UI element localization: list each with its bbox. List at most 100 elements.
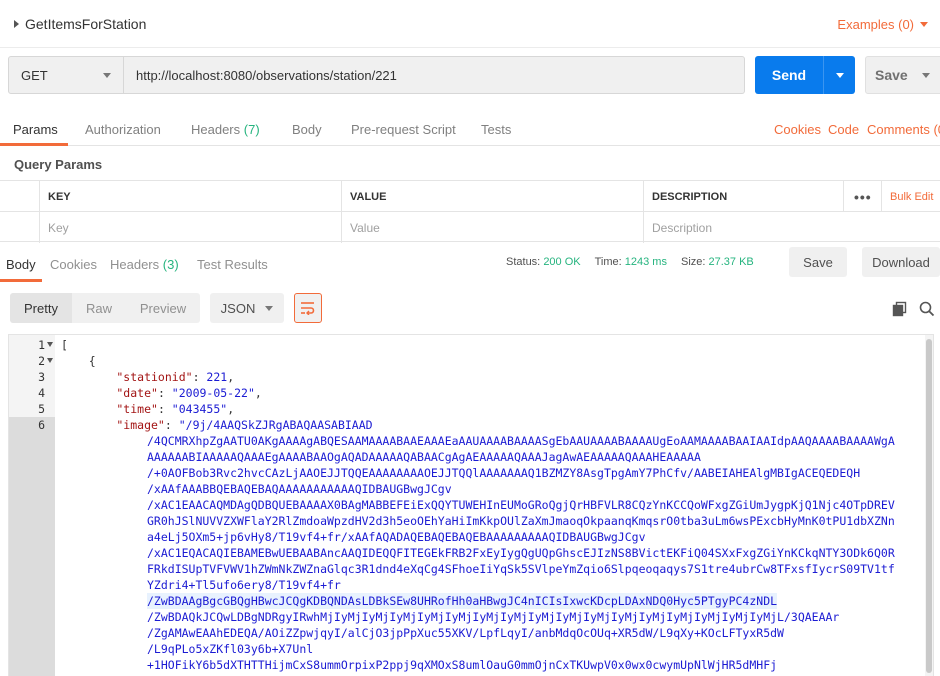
json-key: "date": [61, 386, 158, 400]
code-line: "time": "043455",: [61, 402, 235, 416]
tab-test-results[interactable]: Test Results: [197, 257, 268, 272]
code-line: [: [61, 338, 68, 352]
params-table-row: Key Value Description: [0, 211, 940, 243]
json-string: "/9j/4AAQSkZJRgABAQAASABIAAD: [178, 418, 373, 432]
vertical-scrollbar[interactable]: [925, 335, 933, 676]
request-name[interactable]: GetItemsForStation: [14, 16, 146, 32]
headers-count: (7): [243, 122, 260, 137]
more-options-button[interactable]: •••: [844, 181, 882, 212]
fold-toggle-icon[interactable]: [47, 358, 53, 363]
format-select[interactable]: JSON: [210, 293, 284, 323]
json-key: "image": [61, 418, 165, 432]
line-number: 5: [38, 402, 45, 416]
tab-body[interactable]: Body: [292, 122, 322, 137]
description-input[interactable]: Description: [644, 212, 940, 243]
code-line: YZdri4+Tl5ufo6ery8/T19vf4+fr: [147, 578, 341, 592]
status[interactable]: Status: 200 OK: [506, 256, 581, 268]
key-input[interactable]: Key: [40, 212, 342, 243]
view-preview-button[interactable]: Preview: [126, 293, 200, 323]
caret-right-icon[interactable]: [14, 20, 19, 28]
code-line: "date": "2009-05-22",: [61, 386, 262, 400]
save-response-button[interactable]: Save: [789, 247, 847, 277]
chevron-down-icon: [835, 72, 844, 78]
status-label: Status:: [506, 256, 541, 268]
tab-response-headers[interactable]: Headers (3): [110, 257, 179, 272]
line-number: 4: [38, 386, 45, 400]
tab-params[interactable]: Params: [13, 122, 58, 137]
json-key: "time": [61, 402, 158, 416]
bulk-edit-label: Bulk Edit: [890, 190, 934, 203]
bulk-edit-link[interactable]: Bulk Edit: [882, 181, 940, 212]
code-line: {: [61, 354, 96, 368]
search-button[interactable]: [919, 301, 935, 317]
tab-prerequest-script[interactable]: Pre-request Script: [351, 122, 456, 137]
code-line: "stationid": 221,: [61, 370, 235, 384]
more-icon: •••: [854, 188, 872, 205]
line-number: 2: [38, 354, 45, 368]
tab-authorization[interactable]: Authorization: [85, 122, 161, 137]
active-response-tab-indicator: [0, 279, 42, 282]
fold-toggle-icon[interactable]: [47, 342, 53, 347]
line-number: 1: [38, 338, 45, 352]
comments-link[interactable]: Comments (0: [867, 122, 940, 137]
chevron-down-icon: [265, 305, 274, 311]
cookies-link[interactable]: Cookies: [774, 122, 821, 137]
chevron-down-icon[interactable]: [921, 72, 930, 78]
response-status-line: Status: 200 OK Time: 1243 ms Size: 27.37…: [506, 256, 754, 268]
json-string: "043455": [171, 402, 228, 416]
wrap-lines-button[interactable]: [294, 293, 322, 323]
size-value: 27.37 KB: [708, 256, 754, 268]
code-line: /ZwBDAAgBgcGBQgHBwcJCQgKDBQNDAsLDBkSEw8U…: [147, 593, 778, 609]
download-button[interactable]: Download: [862, 247, 940, 277]
view-raw-button[interactable]: Raw: [72, 293, 126, 323]
json-number: 221: [206, 370, 228, 384]
code-line: /4QCMRXhpZgAATU0AKgAAAAgABQESAAMAAAABAAE…: [147, 434, 895, 448]
request-name-label: GetItemsForStation: [25, 16, 147, 32]
save-label: Save: [875, 67, 908, 83]
code-line: +1HOFikY6b5dXTHTTHijmCxS8ummOrpixP2ppj9q…: [147, 658, 778, 672]
chevron-down-icon: [920, 22, 928, 27]
code-line: /xAC1EAACAQMDAgQDBQUEBAAAAX0BAgMABBEFEiE…: [147, 498, 895, 512]
method-label: GET: [21, 67, 48, 83]
json-key: "stationid": [61, 370, 193, 384]
column-value: VALUE: [342, 181, 644, 212]
code-line: /ZwBDAQkJCQwLDBgNDRgyIRwhMjIyMjIyMjIyMjI…: [147, 610, 840, 624]
copy-button[interactable]: [892, 301, 908, 317]
chevron-down-icon: [103, 72, 111, 78]
code-line: /L9qPLo5xZKfl03y6b+X7Unl: [147, 642, 314, 656]
code-line: /ZgAMAwEAAhEDEQA/AOiZZpwjqyI/alCjO3jpPpX…: [147, 626, 784, 640]
line-number: 3: [38, 370, 45, 384]
code-line: AAAAAABIAAAAAQAAAEgAAAABAAOgAQADAAAAAQAB…: [147, 450, 701, 464]
time[interactable]: Time: 1243 ms: [595, 256, 667, 268]
tab-headers[interactable]: Headers (7): [191, 122, 260, 137]
size-label: Size:: [680, 256, 706, 268]
view-pretty-button[interactable]: Pretty: [10, 293, 72, 323]
size[interactable]: Size: 27.37 KB: [681, 256, 754, 268]
send-button[interactable]: Send: [755, 56, 855, 94]
code-link[interactable]: Code: [828, 122, 859, 137]
time-label: Time:: [594, 256, 622, 268]
tab-tests[interactable]: Tests: [481, 122, 511, 137]
code-line: a4eLj5OXm5+jp6vHy8/T19vf4+fr/xAAfAQADAQE…: [147, 530, 646, 544]
time-value: 1243 ms: [624, 256, 667, 268]
code-line: GR0hJSlNUVVZXWFlaY2RlZmdoaWpzdHV2d3h5eoO…: [147, 514, 895, 528]
tab-response-cookies[interactable]: Cookies: [50, 257, 97, 272]
examples-dropdown[interactable]: Examples (0): [837, 17, 928, 32]
code-line: FRkdISUpTVFVWV1hZWmNkZWZnaGlqc3R1dnd4eXq…: [147, 562, 895, 576]
format-label: JSON: [220, 300, 256, 316]
value-input[interactable]: Value: [342, 212, 644, 243]
method-select[interactable]: GET: [8, 56, 124, 94]
response-body-viewer[interactable]: 1 2 3 4 5 6 [ { "stationid": 221, "date"…: [8, 334, 934, 676]
send-options-dropdown[interactable]: [824, 72, 855, 78]
copy-icon: [892, 301, 907, 317]
header-checkbox-cell: [0, 181, 40, 212]
tab-response-body[interactable]: Body: [6, 257, 36, 272]
row-checkbox-cell: [0, 212, 40, 243]
scrollbar-thumb[interactable]: [926, 339, 932, 673]
save-button[interactable]: Save: [865, 56, 940, 94]
code-line: /+0AOFBob3Rvc2hvcCAzLjAAOEJJTQQEAAAAAAAA…: [147, 466, 861, 480]
url-input[interactable]: [124, 56, 745, 94]
code-line: /xAAfAAABBQEBAQEBAQAAAAAAAAAAAQIDBAUGBwg…: [147, 482, 452, 496]
column-key: KEY: [40, 181, 342, 212]
examples-label: Examples (0): [837, 17, 914, 32]
